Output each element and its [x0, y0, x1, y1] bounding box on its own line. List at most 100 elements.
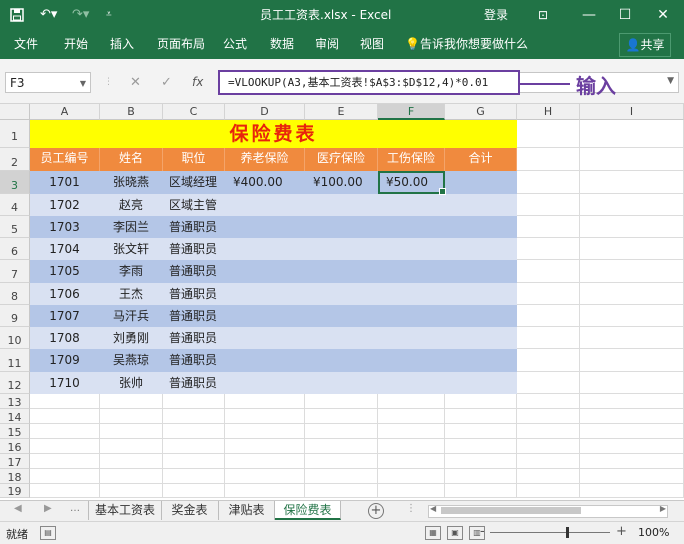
scroll-left-arrow-icon[interactable]: ◀ — [430, 504, 436, 513]
grid-cell[interactable] — [100, 424, 163, 439]
grid-cell[interactable] — [30, 484, 100, 498]
row-header-17[interactable]: 17 — [0, 454, 30, 469]
column-header-b[interactable]: B — [100, 104, 163, 120]
data-cell-name[interactable]: 张帅 — [100, 372, 163, 394]
column-header-g[interactable]: G — [445, 104, 517, 120]
grid-cell[interactable] — [225, 394, 305, 409]
data-cell-position[interactable]: 普通职员 — [163, 260, 225, 283]
grid-cell[interactable] — [378, 439, 445, 454]
grid-cell[interactable] — [100, 409, 163, 424]
grid-cell[interactable] — [580, 484, 684, 498]
grid-cell[interactable] — [163, 394, 225, 409]
column-header-a[interactable]: A — [30, 104, 100, 120]
normal-view-icon[interactable]: ▦ — [425, 526, 441, 540]
grid-cell[interactable] — [517, 349, 580, 372]
grid-cell[interactable] — [163, 484, 225, 498]
grid-cell[interactable] — [517, 194, 580, 216]
data-cell-medical[interactable] — [305, 216, 378, 238]
data-cell-position[interactable]: 普通职员 — [163, 372, 225, 394]
row-header-13[interactable]: 13 — [0, 394, 30, 409]
data-cell-total[interactable] — [445, 283, 517, 305]
data-cell-injury[interactable] — [378, 327, 445, 349]
grid-cell[interactable] — [225, 424, 305, 439]
column-label-cell[interactable]: 职位 — [163, 148, 225, 171]
data-cell-id[interactable]: 1706 — [30, 283, 100, 305]
grid-cell[interactable] — [225, 469, 305, 484]
grid-cell[interactable] — [30, 469, 100, 484]
row-header-15[interactable]: 15 — [0, 424, 30, 439]
data-cell-pension[interactable] — [225, 372, 305, 394]
data-cell-total[interactable] — [445, 372, 517, 394]
column-label-cell[interactable]: 合计 — [445, 148, 517, 171]
grid-cell[interactable] — [378, 394, 445, 409]
grid-cell[interactable] — [445, 439, 517, 454]
zoom-level[interactable]: 100% — [638, 526, 669, 539]
row-header-1[interactable]: 1 — [0, 120, 30, 148]
grid-cell[interactable] — [30, 409, 100, 424]
grid-cell[interactable] — [517, 283, 580, 305]
grid-cell[interactable] — [445, 469, 517, 484]
data-cell-total[interactable] — [445, 260, 517, 283]
redo-icon[interactable]: ↷▾ — [72, 0, 89, 30]
data-cell-id[interactable]: 1708 — [30, 327, 100, 349]
grid-cell[interactable] — [225, 409, 305, 424]
column-label-cell[interactable]: 员工编号 — [30, 148, 100, 171]
grid-cell[interactable] — [517, 439, 580, 454]
grid-cell[interactable] — [580, 216, 684, 238]
grid-cell[interactable] — [100, 484, 163, 498]
grid-cell[interactable] — [580, 454, 684, 469]
column-label-cell[interactable]: 工伤保险 — [378, 148, 445, 171]
data-cell-total[interactable] — [445, 327, 517, 349]
grid-cell[interactable] — [445, 394, 517, 409]
data-cell-medical[interactable] — [305, 283, 378, 305]
grid-cell[interactable] — [580, 194, 684, 216]
grid-cell[interactable] — [517, 484, 580, 498]
data-cell-medical[interactable] — [305, 372, 378, 394]
grid-cell[interactable] — [517, 372, 580, 394]
sheet-title[interactable]: 保险费表 — [30, 120, 517, 148]
data-cell-id[interactable]: 1703 — [30, 216, 100, 238]
grid-cell[interactable] — [445, 409, 517, 424]
tab-split-icon[interactable]: ⋮ — [406, 503, 416, 514]
data-cell-name[interactable]: 吴燕琼 — [100, 349, 163, 372]
data-cell-medical[interactable] — [305, 260, 378, 283]
tab-formulas[interactable]: 公式 — [223, 30, 247, 59]
grid-cell[interactable] — [305, 439, 378, 454]
tab-insert[interactable]: 插入 — [110, 30, 134, 59]
zoom-out-button[interactable]: - — [480, 524, 485, 539]
grid-cell[interactable] — [580, 238, 684, 260]
data-cell-pension[interactable] — [225, 349, 305, 372]
grid-cell[interactable] — [445, 484, 517, 498]
row-header-16[interactable]: 16 — [0, 439, 30, 454]
enter-icon[interactable]: ✓ — [161, 72, 172, 93]
grid-cell[interactable] — [225, 484, 305, 498]
data-cell-medical[interactable] — [305, 349, 378, 372]
close-icon[interactable]: ✕ — [648, 0, 678, 30]
data-cell-pension[interactable] — [225, 260, 305, 283]
data-cell-name[interactable]: 马汗兵 — [100, 305, 163, 327]
data-cell-injury[interactable] — [378, 283, 445, 305]
grid-cell[interactable] — [305, 394, 378, 409]
data-cell-name[interactable]: 李因兰 — [100, 216, 163, 238]
grid-cell[interactable] — [305, 409, 378, 424]
data-cell-injury[interactable] — [378, 194, 445, 216]
grid-cell[interactable] — [517, 216, 580, 238]
grid-cell[interactable] — [517, 409, 580, 424]
expand-formula-bar-icon[interactable]: ▼ — [667, 76, 674, 86]
grid-cell[interactable] — [100, 454, 163, 469]
grid-cell[interactable] — [163, 469, 225, 484]
maximize-icon[interactable]: ☐ — [610, 0, 640, 30]
save-icon[interactable] — [10, 0, 24, 30]
tab-view[interactable]: 视图 — [360, 30, 384, 59]
grid-cell[interactable] — [580, 439, 684, 454]
grid-cell[interactable] — [445, 424, 517, 439]
data-cell-position[interactable]: 普通职员 — [163, 216, 225, 238]
grid-cell[interactable] — [163, 454, 225, 469]
data-cell-position[interactable]: 普通职员 — [163, 238, 225, 260]
data-cell-id[interactable]: 1707 — [30, 305, 100, 327]
grid-cell[interactable] — [580, 148, 684, 171]
formula-input[interactable]: =VLOOKUP(A3,基本工资表!$A$3:$D$12,4)*0.01 — [218, 70, 520, 95]
row-header-4[interactable]: 4 — [0, 194, 30, 216]
grid-cell[interactable] — [517, 120, 580, 148]
scrollbar-thumb[interactable] — [441, 507, 581, 514]
